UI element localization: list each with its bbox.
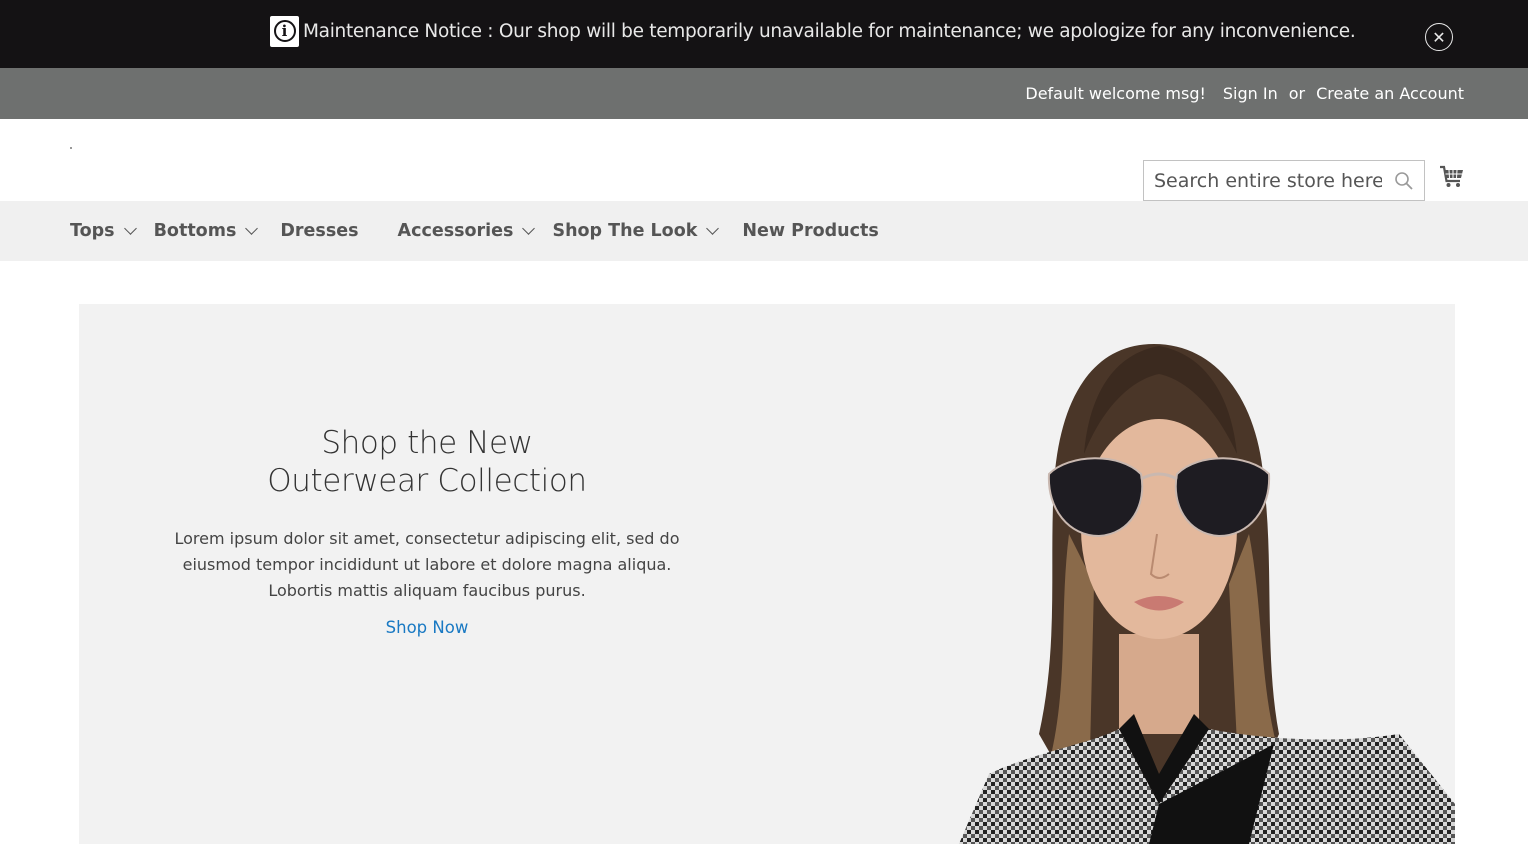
notice-text: Maintenance Notice : Our shop will be te… [303, 20, 1356, 42]
search-input[interactable] [1144, 161, 1384, 200]
chevron-down-icon [123, 221, 137, 235]
notice-content: i Maintenance Notice : Our shop will be … [270, 15, 1356, 47]
nav-item-label: New Products [742, 221, 879, 241]
hero-description: Lorem ipsum dolor sit amet, consectetur … [174, 529, 680, 600]
logo[interactable] [70, 147, 72, 149]
hero-title: Shop the New Outerwear Collection [79, 424, 775, 500]
chevron-down-icon [245, 221, 259, 235]
close-icon[interactable]: ✕ [1425, 23, 1453, 51]
search-box [1143, 160, 1425, 201]
page-header [0, 119, 1528, 201]
main-navigation: Tops Bottoms Dresses Accessories Shop Th… [0, 201, 1528, 261]
create-account-link[interactable]: Create an Account [1316, 84, 1464, 103]
nav-item-label: Shop The Look [552, 221, 698, 241]
search-icon[interactable] [1394, 171, 1414, 191]
nav-item-label: Dresses [280, 221, 359, 241]
hero-title-line1: Shop the New [321, 425, 533, 461]
shop-now-link[interactable]: Shop Now [79, 618, 775, 637]
hero-title-line2: Outerwear Collection [267, 463, 587, 499]
nav-item-label: Tops [70, 221, 115, 241]
nav-item-tops[interactable]: Tops [70, 221, 137, 241]
maintenance-notice-bar: i Maintenance Notice : Our shop will be … [0, 0, 1528, 68]
nav-item-new-products[interactable]: New Products [742, 221, 878, 241]
header-panel: Default welcome msg! Sign In or Create a… [0, 68, 1528, 119]
or-text: or [1288, 84, 1306, 103]
nav-item-shop-the-look[interactable]: Shop The Look [552, 221, 720, 241]
nav-item-label: Accessories [397, 221, 514, 241]
cart-icon[interactable] [1439, 164, 1465, 190]
model-image [959, 344, 1455, 844]
sign-in-link[interactable]: Sign In [1223, 84, 1278, 103]
hero-banner: Shop the New Outerwear Collection Lorem … [79, 304, 1455, 844]
nav-item-dresses[interactable]: Dresses [280, 221, 358, 241]
header-links: Default welcome msg! Sign In or Create a… [1025, 68, 1464, 119]
chevron-down-icon [706, 221, 720, 235]
welcome-message: Default welcome msg! [1025, 84, 1206, 103]
nav-item-label: Bottoms [153, 221, 237, 241]
nav-item-bottoms[interactable]: Bottoms [153, 221, 259, 241]
info-icon: i [270, 15, 299, 47]
nav-item-accessories[interactable]: Accessories [397, 221, 536, 241]
chevron-down-icon [522, 221, 536, 235]
